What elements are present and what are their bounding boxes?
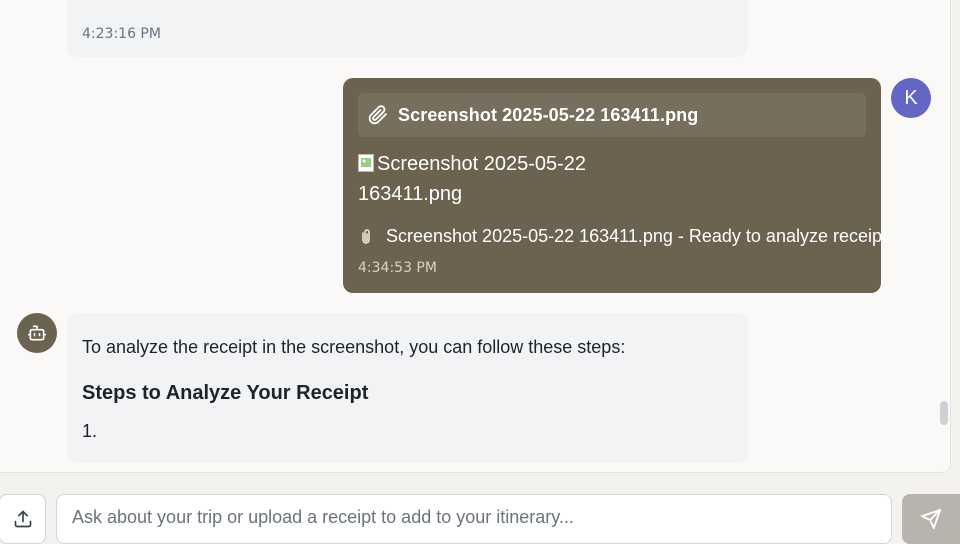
paperclip-icon [368, 105, 388, 125]
robot-icon [27, 323, 47, 343]
broken-image-icon [358, 151, 374, 172]
message-timestamp: 4:34:53 PM [358, 260, 437, 276]
bot-avatar [17, 313, 57, 353]
image-alt-text: Screenshot 2025-05-22 163411.png [358, 153, 587, 205]
chat-panel: 4:23:16 PM Screenshot 2025-05-22 163411.… [0, 0, 951, 473]
send-button[interactable] [902, 494, 960, 544]
previous-assistant-message: 4:23:16 PM [67, 0, 748, 57]
attachment-chip[interactable]: Screenshot 2025-05-22 163411.png [358, 93, 866, 137]
upload-button[interactable] [0, 494, 46, 544]
attached-image[interactable]: Screenshot 2025-05-22 163411.png [358, 149, 598, 209]
send-icon [920, 508, 942, 530]
assistant-section-heading: Steps to Analyze Your Receipt [82, 382, 369, 404]
file-status-text: Screenshot 2025-05-22 163411.png - Ready… [386, 226, 888, 246]
assistant-message: To analyze the receipt in the screenshot… [67, 313, 748, 463]
chat-input[interactable] [56, 494, 892, 544]
assistant-intro-text: To analyze the receipt in the screenshot… [82, 337, 626, 357]
scrollbar-thumb[interactable] [940, 401, 948, 425]
list-item-marker: 1. [82, 421, 98, 441]
message-timestamp: 4:23:16 PM [82, 26, 161, 42]
upload-icon [13, 509, 33, 529]
composer [0, 473, 960, 544]
attachment-name: Screenshot 2025-05-22 163411.png [398, 104, 699, 125]
user-avatar: K [891, 78, 931, 118]
file-status-line: Screenshot 2025-05-22 163411.png - Ready… [358, 226, 887, 247]
user-message: Screenshot 2025-05-22 163411.png Screens… [343, 78, 887, 293]
paperclip-icon [358, 228, 374, 246]
